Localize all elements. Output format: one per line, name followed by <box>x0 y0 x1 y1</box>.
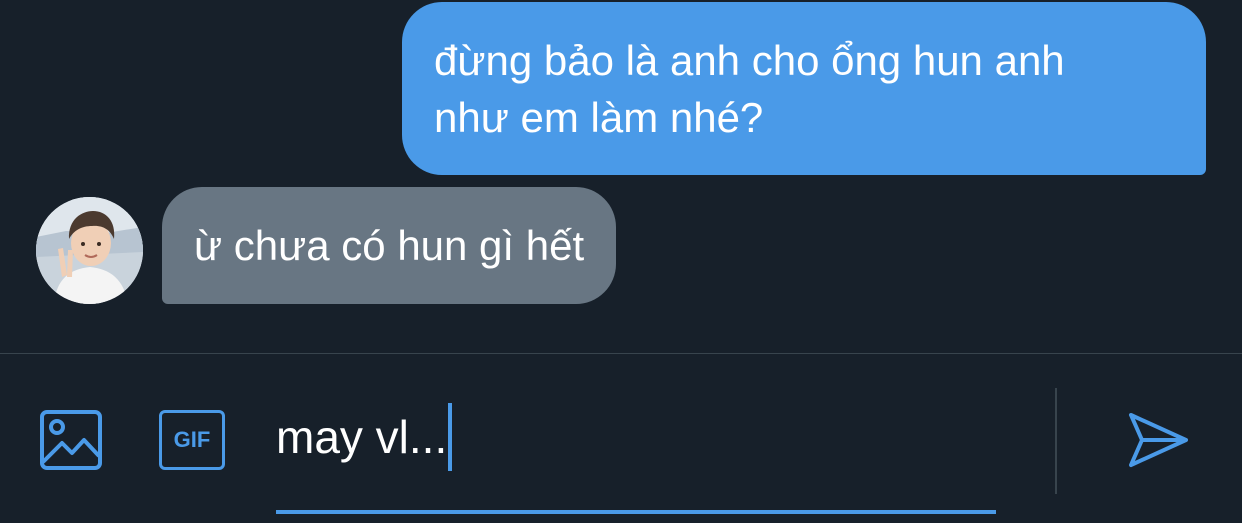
image-icon <box>40 410 102 470</box>
sent-message-line: như em làm nhé? <box>434 94 764 141</box>
message-input-value: may vl... <box>276 411 448 463</box>
avatar[interactable] <box>36 197 143 304</box>
received-message-bubble[interactable]: ừ chưa có hun gì hết <box>162 187 617 304</box>
dm-conversation-screen: đừng bảo là anh cho ổng hun anh như em l… <box>0 0 1242 523</box>
send-separator <box>1055 388 1057 494</box>
send-icon <box>1129 413 1188 467</box>
gif-label: GIF <box>159 410 225 470</box>
add-gif-button[interactable]: GIF <box>159 410 225 470</box>
send-button[interactable] <box>1126 408 1190 472</box>
text-caret <box>448 402 453 471</box>
received-message-text: ừ chưa có hun gì hết <box>194 222 585 269</box>
input-focus-underline <box>276 510 996 514</box>
message-thread: đừng bảo là anh cho ổng hun anh như em l… <box>0 0 1242 353</box>
add-photo-button[interactable] <box>40 410 102 470</box>
received-message-row: ừ chưa có hun gì hết <box>36 187 736 305</box>
sent-message-line: đừng bảo là anh cho ổng hun anh <box>434 37 1065 84</box>
message-composer: GIF may vl... <box>0 354 1242 523</box>
user-avatar-photo-icon <box>36 197 143 304</box>
sent-message-bubble[interactable]: đừng bảo là anh cho ổng hun anh như em l… <box>402 2 1206 175</box>
message-input[interactable]: may vl... <box>276 402 996 471</box>
